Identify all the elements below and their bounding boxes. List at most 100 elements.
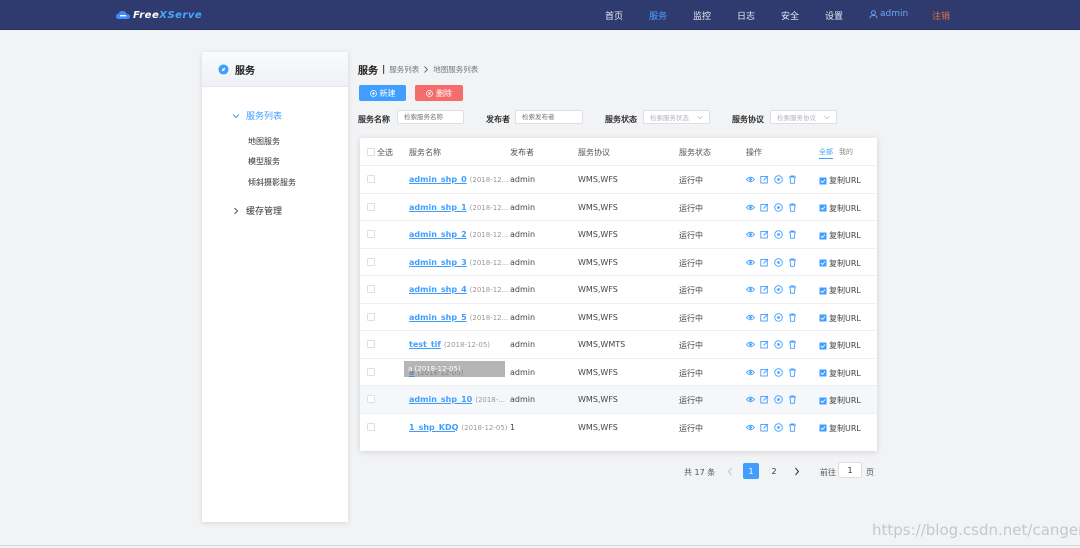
row-checkbox[interactable] xyxy=(367,285,375,293)
edit-icon[interactable] xyxy=(760,230,769,239)
edit-icon[interactable] xyxy=(760,203,769,212)
nav-home[interactable]: 首页 xyxy=(605,9,623,22)
edit-icon[interactable] xyxy=(760,395,769,404)
page-1[interactable]: 1 xyxy=(743,463,759,479)
table-row[interactable]: 1_shp_KDQ (2018-12-05) 1 WMS,WFS 运行中 复制URL xyxy=(360,412,877,441)
trash-icon[interactable] xyxy=(788,340,797,349)
next-page-icon[interactable] xyxy=(793,467,801,476)
nav-settings[interactable]: 设置 xyxy=(825,9,843,22)
table-row[interactable]: admin_shp_10 (2018-... admin WMS,WFS 运行中 复制UR… xyxy=(360,385,877,413)
table-row[interactable]: admin_shp_5 (2018-12... admin WMS,WFS 运行中 复制U… xyxy=(360,302,877,331)
view-icon[interactable] xyxy=(746,175,755,184)
service-name-input[interactable] xyxy=(397,110,464,124)
view-icon[interactable] xyxy=(746,423,755,432)
copy-url-button[interactable]: 复制URL xyxy=(819,175,861,186)
view-icon[interactable] xyxy=(746,203,755,212)
row-checkbox[interactable] xyxy=(367,422,375,431)
copy-url-button[interactable]: 复制URL xyxy=(819,395,861,406)
protocol-select[interactable]: 检索服务协议 xyxy=(770,110,837,124)
stop-icon[interactable] xyxy=(774,395,783,404)
table-row[interactable]: admin_shp_4 (2018-12... admin WMS,WFS 运行中 复制U… xyxy=(360,275,877,303)
nav-service[interactable]: 服务 xyxy=(649,9,667,22)
tab-mine[interactable]: 我的 xyxy=(839,147,853,159)
service-link[interactable]: admin_shp_0 xyxy=(409,175,467,184)
trash-icon[interactable] xyxy=(788,313,797,322)
nav-monitor[interactable]: 监控 xyxy=(693,9,711,22)
delete-button[interactable]: 删除 xyxy=(415,85,463,101)
stop-icon[interactable] xyxy=(774,312,783,322)
trash-icon[interactable] xyxy=(788,423,797,432)
copy-url-button[interactable]: 复制URL xyxy=(819,203,861,214)
view-icon[interactable] xyxy=(746,368,755,377)
trash-icon[interactable] xyxy=(788,258,797,267)
row-checkbox[interactable] xyxy=(367,395,375,403)
row-checkbox[interactable] xyxy=(367,230,375,238)
prev-page-icon[interactable] xyxy=(726,467,734,476)
table-row[interactable]: admin_shp_2 (2018-12... admin WMS,WFS 运行中 复制U… xyxy=(360,220,877,248)
stop-icon[interactable] xyxy=(774,367,783,377)
table-row[interactable]: admin_shp_0 (2018-12... admin WMS,WFS 运行中 复制U… xyxy=(360,165,877,193)
view-icon[interactable] xyxy=(746,313,755,322)
service-link[interactable]: admin_shp_2 xyxy=(409,230,467,239)
row-checkbox[interactable] xyxy=(367,175,375,183)
edit-icon[interactable] xyxy=(760,258,769,267)
copy-url-button[interactable]: 复制URL xyxy=(819,258,861,269)
crumb-service-list[interactable]: 服务列表 xyxy=(389,64,419,75)
trash-icon[interactable] xyxy=(788,230,797,239)
menu-map-service[interactable]: 地图服务 xyxy=(248,136,280,147)
select-all-checkbox[interactable] xyxy=(367,148,375,156)
view-icon[interactable] xyxy=(746,285,755,294)
service-link[interactable]: test_tif xyxy=(409,340,441,349)
new-button[interactable]: 新建 xyxy=(359,85,406,101)
table-row[interactable]: test_tif (2018-12-05) admin WMS,WMTS 运行中 复制UR… xyxy=(360,330,877,358)
nav-log[interactable]: 日志 xyxy=(737,9,755,22)
goto-page-input[interactable] xyxy=(838,462,862,478)
service-link[interactable]: admin_shp_4 xyxy=(409,285,467,294)
brand-logo[interactable]: FreeXServe xyxy=(116,7,202,23)
copy-url-button[interactable]: 复制URL xyxy=(819,423,861,434)
edit-icon[interactable] xyxy=(760,285,769,294)
copy-url-button[interactable]: 复制URL xyxy=(819,368,861,379)
menu-oblique-service[interactable]: 倾斜摄影服务 xyxy=(248,177,296,188)
edit-icon[interactable] xyxy=(760,313,769,322)
nav-user[interactable]: admin xyxy=(869,9,908,19)
menu-model-service[interactable]: 模型服务 xyxy=(248,156,280,167)
trash-icon[interactable] xyxy=(788,395,797,404)
copy-url-button[interactable]: 复制URL xyxy=(819,313,861,324)
trash-icon[interactable] xyxy=(788,203,797,212)
stop-icon[interactable] xyxy=(774,422,783,432)
service-link[interactable]: 1_shp_KDQ xyxy=(409,423,458,432)
trash-icon[interactable] xyxy=(788,368,797,377)
edit-icon[interactable] xyxy=(760,175,769,184)
service-link[interactable]: admin_shp_3 xyxy=(409,258,467,267)
publisher-input[interactable] xyxy=(515,110,583,124)
edit-icon[interactable] xyxy=(760,368,769,377)
stop-icon[interactable] xyxy=(774,202,783,212)
copy-url-button[interactable]: 复制URL xyxy=(819,340,861,351)
row-checkbox[interactable] xyxy=(367,202,375,211)
service-link[interactable]: admin_shp_1 xyxy=(409,203,467,212)
stop-icon[interactable] xyxy=(774,257,783,267)
table-row[interactable]: admin_shp_1 (2018-12... admin WMS,WFS 运行中 复制U… xyxy=(360,192,877,221)
status-select[interactable]: 检索服务状态 xyxy=(643,110,710,124)
nav-security[interactable]: 安全 xyxy=(781,9,799,22)
menu-service-list[interactable]: 服务列表 xyxy=(232,109,282,122)
copy-url-button[interactable]: 复制URL xyxy=(819,285,861,296)
view-icon[interactable] xyxy=(746,230,755,239)
stop-icon[interactable] xyxy=(774,230,783,239)
trash-icon[interactable] xyxy=(788,285,797,294)
trash-icon[interactable] xyxy=(788,175,797,184)
stop-icon[interactable] xyxy=(774,340,783,349)
copy-url-button[interactable]: 复制URL xyxy=(819,230,861,241)
edit-icon[interactable] xyxy=(760,423,769,432)
service-link[interactable]: admin_shp_10 xyxy=(409,395,472,404)
page-2[interactable]: 2 xyxy=(766,463,782,479)
row-checkbox[interactable] xyxy=(367,257,375,266)
table-row[interactable]: admin_shp_3 (2018-12... admin WMS,WFS 运行中 复制U… xyxy=(360,247,877,276)
view-icon[interactable] xyxy=(746,395,755,404)
view-icon[interactable] xyxy=(746,340,755,349)
row-checkbox[interactable] xyxy=(367,312,375,321)
row-checkbox[interactable] xyxy=(367,367,375,376)
stop-icon[interactable] xyxy=(774,285,783,294)
menu-cache-manage[interactable]: 缓存管理 xyxy=(232,204,282,217)
